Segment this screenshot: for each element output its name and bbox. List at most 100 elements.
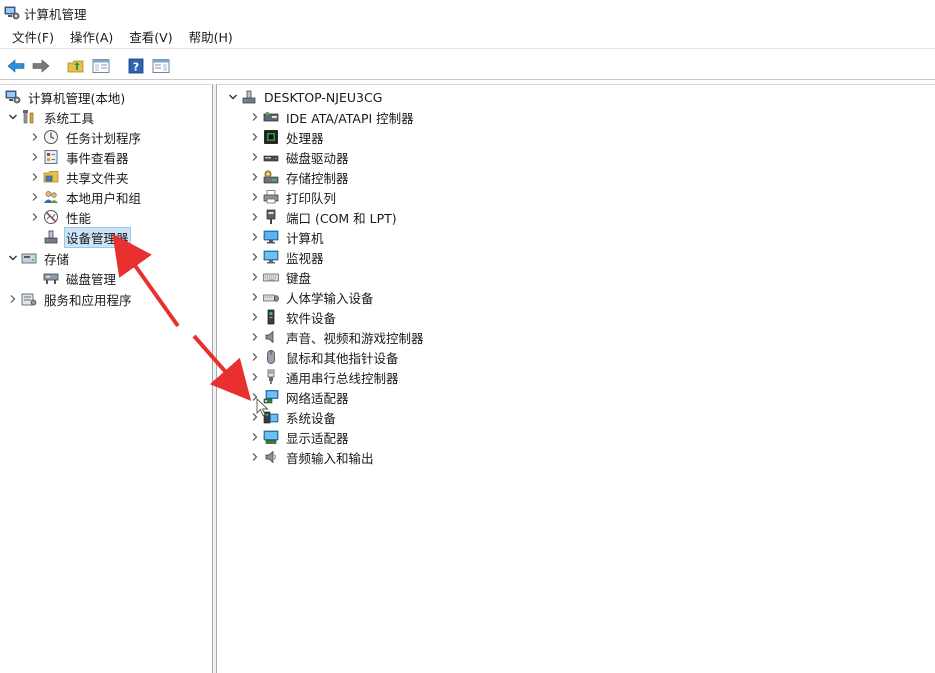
computer-management-icon (4, 89, 21, 105)
up-level-button[interactable] (64, 54, 87, 77)
chevron-right-icon[interactable] (28, 187, 42, 207)
device-category-print-queue[interactable]: 打印队列 (248, 187, 338, 207)
chevron-right-icon[interactable] (248, 107, 262, 127)
chevron-right-icon[interactable] (248, 367, 262, 387)
tree-item-services-applications[interactable]: 服务和应用程序 (6, 289, 134, 309)
device-category-label: 计算机 (286, 230, 324, 246)
device-category-monitor[interactable]: 监视器 (248, 247, 326, 267)
services-icon (20, 291, 37, 307)
device-category-usb[interactable]: 通用串行总线控制器 (248, 367, 401, 387)
device-category-disk-drive[interactable]: 磁盘驱动器 (248, 147, 351, 167)
device-category-software-device[interactable]: 软件设备 (248, 307, 338, 327)
toolbar: ? (0, 52, 935, 80)
computer-icon (262, 229, 279, 245)
chevron-right-icon[interactable] (248, 167, 262, 187)
pane-splitter[interactable] (213, 84, 217, 673)
chevron-right-icon[interactable] (248, 247, 262, 267)
tree-item-task-scheduler[interactable]: 任务计划程序 (28, 127, 143, 147)
chevron-down-icon[interactable] (6, 248, 20, 268)
audio-io-icon (262, 449, 279, 465)
system-tools-icon (20, 109, 37, 125)
disk-drive-icon (262, 149, 279, 165)
chevron-down-icon[interactable] (6, 107, 20, 127)
device-category-label: 系统设备 (286, 410, 337, 426)
device-category-keyboard[interactable]: 键盘 (248, 267, 313, 287)
chevron-right-icon[interactable] (248, 307, 262, 327)
printer-icon (262, 189, 279, 205)
device-category-display-adapter[interactable]: 显示适配器 (248, 427, 351, 447)
chevron-right-icon[interactable] (248, 447, 262, 467)
tree-item-label: 设备管理器 (64, 226, 131, 248)
chevron-right-icon[interactable] (248, 147, 262, 167)
properties-icon (152, 58, 169, 73)
usb-icon (262, 369, 279, 385)
device-category-processor[interactable]: 处理器 (248, 127, 326, 147)
tree-item-system-tools[interactable]: 系统工具 (6, 107, 96, 127)
tree-item-label: 存储 (44, 251, 70, 267)
device-category-label: 处理器 (286, 130, 324, 146)
chevron-right-icon[interactable] (28, 127, 42, 147)
chevron-right-icon[interactable] (248, 267, 262, 287)
chevron-right-icon[interactable] (248, 227, 262, 247)
device-category-hid[interactable]: 人体学输入设备 (248, 287, 376, 307)
menu-help[interactable]: 帮助(H) (181, 27, 241, 49)
chevron-right-icon[interactable] (6, 289, 20, 309)
menu-view[interactable]: 查看(V) (121, 27, 180, 49)
device-category-mouse[interactable]: 鼠标和其他指针设备 (248, 347, 401, 367)
chevron-down-icon[interactable] (226, 87, 240, 107)
menu-bar: 文件(F) 操作(A) 查看(V) 帮助(H) (0, 27, 935, 49)
monitor-icon (262, 249, 279, 265)
back-button[interactable] (4, 54, 27, 77)
tree-item-label: 计算机管理(本地) (28, 90, 126, 106)
device-category-ports[interactable]: 端口 (COM 和 LPT) (248, 207, 399, 227)
chevron-right-icon[interactable] (248, 327, 262, 347)
device-tree-root[interactable]: DESKTOP-NJEU3CG (226, 87, 384, 107)
computer-management-icon (4, 5, 20, 21)
svg-text:?: ? (132, 60, 138, 73)
chevron-right-icon[interactable] (248, 187, 262, 207)
device-category-ide-controller[interactable]: IDE ATA/ATAPI 控制器 (248, 107, 416, 127)
chevron-right-icon[interactable] (248, 287, 262, 307)
tree-item-disk-management[interactable]: 磁盘管理 (42, 268, 118, 288)
chevron-right-icon[interactable] (248, 427, 262, 447)
software-device-icon (262, 309, 279, 325)
show-hide-tree-button[interactable] (89, 54, 112, 77)
storage-icon (20, 250, 37, 266)
tree-item-storage[interactable]: 存储 (6, 248, 71, 268)
device-category-computer[interactable]: 计算机 (248, 227, 326, 247)
tree-item-local-users-groups[interactable]: 本地用户和组 (28, 187, 143, 207)
tree-item-shared-folders[interactable]: 共享文件夹 (28, 167, 131, 187)
title-bar: 计算机管理 (0, 0, 935, 26)
chevron-right-icon[interactable] (248, 347, 262, 367)
device-manager-icon (42, 229, 59, 245)
device-category-sound[interactable]: 声音、视频和游戏控制器 (248, 327, 426, 347)
disk-management-icon (42, 270, 59, 286)
device-tree-root-label: DESKTOP-NJEU3CG (264, 89, 383, 105)
show-hide-tree-icon (92, 58, 109, 73)
tree-item-label: 共享文件夹 (66, 170, 129, 186)
chevron-right-icon[interactable] (28, 167, 42, 187)
tree-item-label: 任务计划程序 (66, 130, 142, 146)
device-category-label: 打印队列 (286, 190, 337, 206)
device-category-label: 监视器 (286, 250, 324, 266)
chevron-right-icon[interactable] (248, 207, 262, 227)
forward-button[interactable] (29, 54, 52, 77)
chevron-right-icon[interactable] (28, 147, 42, 167)
sound-icon (262, 329, 279, 345)
tree-item-event-viewer[interactable]: 事件查看器 (28, 147, 131, 167)
help-button[interactable]: ? (124, 54, 147, 77)
menu-action[interactable]: 操作(A) (62, 27, 121, 49)
storage-controller-icon (262, 169, 279, 185)
properties-button[interactable] (149, 54, 172, 77)
chevron-right-icon[interactable] (28, 207, 42, 227)
tree-item-device-manager[interactable]: 设备管理器 (42, 226, 131, 248)
chevron-right-icon[interactable] (248, 127, 262, 147)
device-category-storage-controller[interactable]: 存储控制器 (248, 167, 351, 187)
device-category-label: 音频输入和输出 (286, 450, 374, 466)
tree-item-performance[interactable]: 性能 (28, 207, 93, 227)
menu-file[interactable]: 文件(F) (4, 27, 62, 49)
device-category-label: IDE ATA/ATAPI 控制器 (286, 110, 414, 126)
tree-item-label: 系统工具 (44, 110, 95, 126)
device-category-audio-io[interactable]: 音频输入和输出 (248, 447, 376, 467)
tree-item-computer-management[interactable]: 计算机管理(本地) (4, 87, 127, 107)
